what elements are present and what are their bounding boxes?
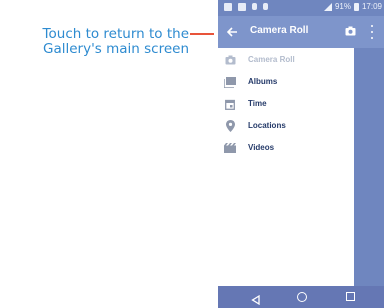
drawer-scrim[interactable] [354,48,384,286]
recents-square-icon[interactable] [346,292,355,301]
back-arrow-icon[interactable] [222,22,242,42]
callout-annotation: Touch to return to the Gallery's main sc… [4,27,189,57]
camera-icon[interactable] [345,25,356,36]
back-triangle-icon[interactable] [251,292,260,308]
more-vert-icon[interactable] [369,25,375,39]
drawer-item-locations[interactable]: Locations [218,116,354,136]
navigation-drawer: Camera Roll Albums Time Locations Videos [218,48,354,286]
download-notification-icon [238,3,246,11]
battery-icon [353,2,359,11]
usb-notification-icon [252,3,257,10]
location-notification-icon [263,3,268,10]
callout-line-2: Gallery's main screen [42,41,189,57]
status-right: 91% 17:09 [323,2,382,11]
status-bar: 91% 17:09 [218,0,384,16]
system-nav-bar [218,286,384,308]
drawer-item-label: Videos [248,143,275,152]
app-bar-title: Camera Roll [250,25,309,36]
drawer-item-label: Camera Roll [248,55,295,64]
camera-icon [224,54,236,66]
drawer-item-videos[interactable]: Videos [218,138,354,158]
back-arrow-icon-glyph [226,27,237,37]
signal-icon [323,2,332,11]
albums-icon [224,76,236,88]
battery-percent: 91% [334,2,351,11]
drawer-item-label: Time [248,99,267,108]
drawer-item-label: Albums [248,77,278,86]
drawer-item-albums[interactable]: Albums [218,72,354,92]
drawer-item-time[interactable]: Time [218,94,354,114]
drawer-item-camera-roll[interactable]: Camera Roll [218,50,354,70]
callout-line-1: Touch to return to the [42,26,189,42]
status-notification-icons [224,3,268,11]
image-notification-icon [224,3,232,11]
app-bar: Camera Roll [218,16,384,48]
camera-icon-glyph [345,26,356,35]
phone-screen: 91% 17:09 Camera Roll Camera Roll Albums… [218,0,384,308]
callout-leader-line [190,33,214,35]
home-circle-icon[interactable] [297,292,307,302]
calendar-icon [224,98,236,110]
location-pin-icon [224,120,236,132]
film-icon [224,142,236,154]
drawer-item-label: Locations [248,121,286,130]
status-time: 17:09 [361,2,382,11]
